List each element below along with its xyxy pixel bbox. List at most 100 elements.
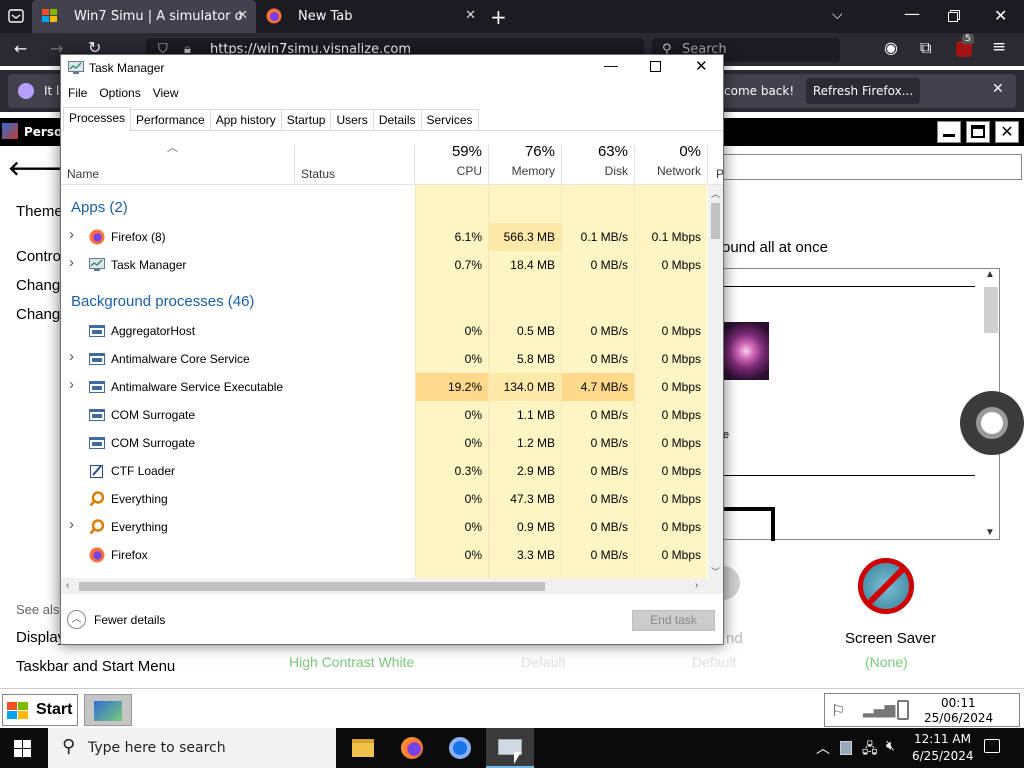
process-row[interactable]: Everything 0% 47.3 MB 0 MB/s 0 Mbps	[61, 485, 707, 513]
process-row[interactable]: › Task Manager 0.7% 18.4 MB 0 MB/s 0 Mbps	[61, 251, 707, 279]
end-task-button[interactable]: End task	[632, 610, 715, 631]
win7-minimize-button[interactable]	[937, 121, 961, 143]
browser-tab-win7simu[interactable]: Win7 Simu | A simulator of Wind ✕	[32, 0, 256, 33]
device-icon[interactable]	[840, 741, 852, 755]
windows-start-icon[interactable]	[14, 740, 32, 758]
theme-list[interactable]: e ▲ ▼	[722, 268, 1000, 541]
scroll-up-icon[interactable]: ︿	[711, 187, 720, 200]
process-row[interactable]: COM Surrogate 0% 1.2 MB 0 MB/s 0 Mbps	[61, 429, 707, 457]
taskbar-start-menu-link[interactable]: Taskbar and Start Menu	[16, 658, 175, 675]
tab-list-icon[interactable]	[8, 8, 24, 24]
scrollbar-thumb[interactable]	[711, 203, 720, 239]
notifications-icon[interactable]	[984, 739, 1000, 753]
column-memory[interactable]: 76% Memory	[488, 143, 561, 183]
expand-chevron-icon[interactable]: ›	[69, 226, 74, 243]
win7-start-button[interactable]: Start	[2, 694, 78, 726]
back-arrow-icon[interactable]: ←	[14, 39, 27, 58]
volume-muted-icon[interactable]: 🔇︎	[886, 738, 895, 754]
group-header[interactable]: Apps (2)	[71, 199, 128, 216]
scroll-down-icon[interactable]: ▼	[985, 527, 995, 538]
new-tab-icon[interactable]: +	[490, 5, 507, 29]
close-tab-icon[interactable]: ✕	[465, 8, 476, 23]
column-status[interactable]: Status	[301, 167, 335, 181]
address-box[interactable]	[720, 154, 1022, 180]
minimize-window-icon[interactable]: —	[904, 4, 920, 23]
process-row[interactable]: Firefox 0% 3.3 MB 0 MB/s 0 Mbps	[61, 541, 707, 569]
tab-app-history[interactable]: App history	[209, 109, 282, 131]
firefox-icon[interactable]	[401, 737, 423, 759]
network-icon[interactable]: 🖧︎	[862, 738, 878, 762]
fewer-details-button[interactable]: ︿ Fewer details	[67, 610, 165, 629]
process-row[interactable]: › Everything 0% 0.9 MB 0 MB/s 0 Mbps	[61, 513, 707, 541]
flag-icon[interactable]: ⚐	[831, 701, 845, 720]
menu-hamburger-icon[interactable]: ≡	[992, 37, 1006, 57]
scroll-up-icon[interactable]: ▲	[985, 269, 995, 280]
sound-label-faded[interactable]: Default	[521, 654, 565, 670]
scroll-left-icon[interactable]: ‹	[66, 580, 69, 591]
win7-maximize-button[interactable]	[966, 121, 990, 143]
assistive-touch-icon[interactable]	[960, 391, 1024, 455]
tab-details[interactable]: Details	[372, 109, 422, 131]
process-row[interactable]: CTF Loader 0.3% 2.9 MB 0 MB/s 0 Mbps	[61, 457, 707, 485]
expand-chevron-icon[interactable]: ›	[69, 376, 74, 393]
restore-window-icon[interactable]	[948, 10, 960, 22]
horizontal-scrollbar-thumb[interactable]	[79, 582, 545, 591]
scrollbar-thumb[interactable]	[984, 287, 998, 333]
column-name[interactable]: Name	[67, 167, 99, 181]
menu-view[interactable]: View	[153, 86, 179, 100]
chrome-icon[interactable]	[449, 737, 471, 759]
sidebar-link[interactable]: Chang	[16, 306, 60, 323]
taskbar-search-input[interactable]: ⚲ Type here to search	[48, 728, 336, 768]
group-header[interactable]: Background processes (46)	[71, 293, 254, 310]
file-explorer-icon[interactable]	[352, 739, 374, 757]
sidebar-link[interactable]: Contro	[16, 248, 61, 265]
extensions-icon[interactable]: ⧉	[920, 38, 931, 58]
browser-tab-new[interactable]: New Tab ✕	[256, 0, 484, 33]
clock-date[interactable]: 6/25/2024	[912, 749, 974, 763]
menu-file[interactable]: File	[68, 86, 87, 100]
column-network[interactable]: 0% Network	[634, 143, 707, 183]
close-window-icon[interactable]: ✕	[994, 6, 1007, 25]
horizontal-scrollbar[interactable]: ‹ ›	[61, 578, 708, 594]
sidebar-link[interactable]: Chang	[16, 277, 60, 294]
chevron-down-icon[interactable]: ⌵	[832, 7, 843, 23]
expand-chevron-icon[interactable]: ›	[69, 348, 74, 365]
task-manager-taskbar-icon[interactable]	[486, 728, 534, 768]
refresh-firefox-button[interactable]: Refresh Firefox...	[806, 78, 920, 104]
color-label[interactable]: High Contrast White	[289, 654, 414, 670]
win7-clock-date[interactable]: 25/06/2024	[924, 711, 993, 725]
close-notification-icon[interactable]: ✕	[992, 81, 1004, 97]
battery-icon[interactable]	[897, 700, 909, 720]
chevron-up-icon[interactable]: ︿	[816, 738, 830, 758]
screen-saver-icon[interactable]	[858, 558, 914, 614]
menu-options[interactable]: Options	[99, 86, 140, 100]
column-cpu[interactable]: 59% CPU	[415, 143, 488, 183]
close-icon[interactable]: ✕	[695, 57, 708, 75]
process-row[interactable]: › Firefox (8) 6.1% 566.3 MB 0.1 MB/s 0.1 Mbps	[61, 223, 707, 251]
maximize-icon[interactable]	[650, 61, 661, 72]
process-row[interactable]: AggregatorHost 0% 0.5 MB 0 MB/s 0 Mbps	[61, 317, 707, 345]
column-disk[interactable]: 63% Disk	[561, 143, 634, 183]
sidebar-link[interactable]: Theme	[16, 203, 63, 220]
account-icon[interactable]: ◉	[884, 38, 898, 57]
tab-processes[interactable]: Processes	[63, 107, 132, 131]
sound-label-fragment[interactable]: nd	[726, 630, 743, 647]
signal-icon[interactable]: ▂▄▆	[863, 702, 895, 718]
tab-startup[interactable]: Startup	[280, 109, 332, 131]
expand-chevron-icon[interactable]: ›	[69, 516, 74, 533]
win7-clock-time[interactable]: 00:11	[941, 696, 976, 710]
scroll-down-icon[interactable]: ﹀	[711, 565, 720, 578]
tab-users[interactable]: Users	[330, 109, 374, 131]
minimize-icon[interactable]: —	[604, 57, 618, 73]
vertical-scrollbar[interactable]: ︿ ﹀	[708, 185, 723, 578]
column-power-partial[interactable]: P	[716, 167, 724, 181]
win7-close-button[interactable]: ✕	[995, 121, 1019, 143]
tab-performance[interactable]: Performance	[130, 109, 211, 131]
expand-chevron-icon[interactable]: ›	[69, 254, 74, 271]
taskbar-personalization-item[interactable]	[84, 694, 132, 726]
process-row[interactable]: COM Surrogate 0% 1.1 MB 0 MB/s 0 Mbps	[61, 401, 707, 429]
theme-thumbnail[interactable]	[723, 322, 769, 380]
clock-time[interactable]: 12:11 AM	[914, 732, 971, 746]
screen-saver-label[interactable]: Screen Saver	[845, 630, 936, 647]
close-tab-icon[interactable]: ✕	[237, 8, 248, 23]
